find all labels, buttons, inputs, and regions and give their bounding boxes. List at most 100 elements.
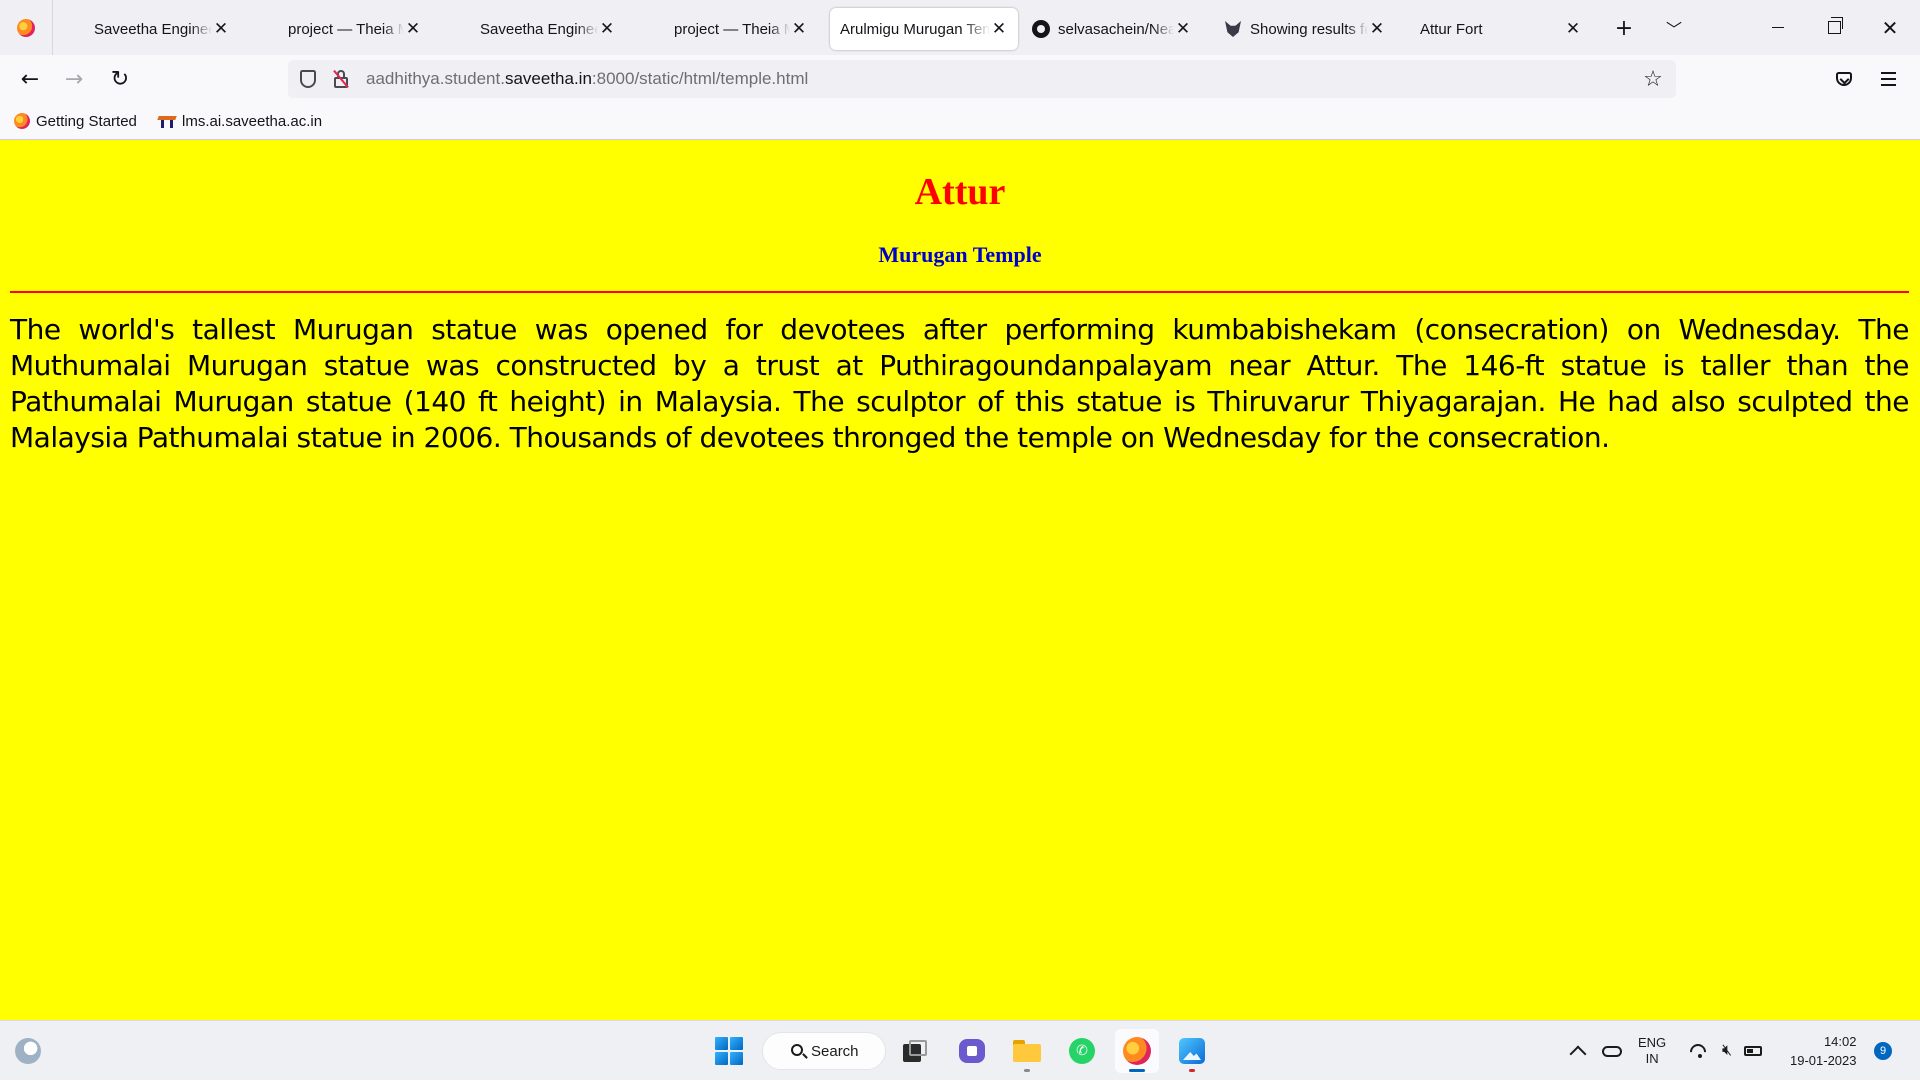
minimize-button[interactable]: [1750, 0, 1806, 55]
language-indicator[interactable]: ENG IN: [1638, 1021, 1666, 1081]
arrow-left-icon: ←: [20, 66, 40, 92]
bookmarks-bar: Getting Started lms.ai.saveetha.ac.in: [0, 103, 1920, 140]
search-label: Search: [811, 1042, 859, 1060]
url-suffix: :8000/static/html/temple.html: [591, 69, 809, 88]
navigation-bar: ← → ↻ aadhithya.student.saveetha.in:8000…: [0, 55, 1920, 103]
tab-github[interactable]: selvasachein/NearbyPlaces ✕: [1024, 8, 1202, 50]
firefox-taskbar-button[interactable]: [1115, 1029, 1159, 1073]
folder-icon: [1013, 1040, 1041, 1062]
forward-button[interactable]: →: [58, 63, 90, 95]
clock-time: 14:02: [1823, 1034, 1857, 1049]
list-all-tabs-button[interactable]: ﹀: [1658, 12, 1690, 44]
bookmark-getting-started[interactable]: Getting Started: [14, 111, 137, 131]
wolf-icon: [1224, 20, 1242, 38]
system-status[interactable]: 🔇︎: [1690, 1021, 1763, 1081]
page-subtitle: Murugan Temple: [878, 242, 1042, 267]
wifi-icon: [1690, 1044, 1710, 1058]
chevron-up-icon: [1569, 1045, 1587, 1063]
url-prefix: aadhithya.student.: [366, 69, 505, 88]
firefox-icon: [1123, 1037, 1151, 1065]
url-host: saveetha.in: [504, 69, 592, 88]
tab-favicon: [648, 20, 666, 38]
tab-strip: Saveetha Engineering College ✕ project —…: [0, 0, 1920, 55]
widgets-button[interactable]: [6, 1029, 50, 1073]
reload-button[interactable]: ↻: [104, 63, 136, 95]
close-icon[interactable]: ✕: [212, 20, 230, 38]
tab-title: project — Theia Multi-Language Workspace: [288, 20, 404, 38]
tab-title: project — Theia Multi-Language Workspace: [674, 20, 790, 38]
tab-saveetha-2[interactable]: Saveetha Engineering College ✕: [438, 8, 626, 50]
lms-icon: [158, 114, 176, 128]
tab-favicon: [68, 20, 86, 38]
chevron-down-icon: ﹀: [1665, 20, 1682, 39]
page-content: Attur Murugan Temple The world's tallest…: [0, 140, 1920, 1020]
insecure-lock-icon[interactable]: [333, 69, 349, 89]
tab-favicon: [454, 20, 472, 38]
close-icon[interactable]: ✕: [404, 20, 422, 38]
photos-icon: [1179, 1038, 1205, 1064]
app-menu-button[interactable]: [1874, 65, 1902, 93]
bookmark-label: lms.ai.saveetha.ac.in: [182, 112, 323, 130]
taskbar-search[interactable]: Search: [762, 1032, 886, 1070]
tab-title: Saveetha Engineering College: [480, 20, 598, 38]
photos-button[interactable]: [1170, 1029, 1214, 1073]
minimize-icon: [1772, 26, 1784, 29]
onedrive-tray[interactable]: [1602, 1021, 1622, 1081]
back-button[interactable]: ←: [14, 63, 46, 95]
close-icon: ✕: [1881, 15, 1899, 40]
arrow-right-icon: →: [64, 66, 84, 92]
clock-date: 19-01-2023: [1790, 1053, 1857, 1068]
whatsapp-button[interactable]: ✆: [1060, 1029, 1104, 1073]
notification-center[interactable]: 9: [1874, 1021, 1892, 1081]
firefox-view-button[interactable]: [0, 0, 53, 55]
horizontal-rule: [10, 291, 1909, 293]
restore-button[interactable]: [1806, 0, 1862, 55]
teams-icon: [959, 1039, 985, 1063]
url-bar[interactable]: aadhithya.student.saveetha.in:8000/stati…: [288, 60, 1676, 98]
tab-murugan-temple[interactable]: Arulmigu Murugan Temple ✕: [830, 8, 1018, 50]
search-icon: [791, 1044, 803, 1056]
bookmark-star-icon[interactable]: ☆: [1638, 64, 1668, 94]
task-view-icon: [903, 1040, 929, 1062]
tab-theia-2[interactable]: project — Theia Multi-Language Workspace…: [632, 8, 818, 50]
close-icon[interactable]: ✕: [990, 20, 1008, 38]
tab-search-results[interactable]: Showing results for ✕: [1214, 8, 1396, 50]
tab-attur-fort[interactable]: Attur Fort ✕: [1404, 8, 1592, 50]
show-hidden-icons[interactable]: [1569, 1021, 1587, 1081]
clock[interactable]: 14:02 19-01-2023: [1790, 1021, 1857, 1081]
firefox-icon: [17, 18, 35, 37]
url-text[interactable]: aadhithya.student.saveetha.in:8000/stati…: [366, 69, 808, 89]
shield-icon[interactable]: [300, 70, 316, 88]
bookmark-lms[interactable]: lms.ai.saveetha.ac.in: [158, 111, 322, 131]
tab-title: Attur Fort: [1420, 20, 1483, 38]
notification-badge: 9: [1874, 1042, 1892, 1060]
tab-theia-1[interactable]: project — Theia Multi-Language Workspace…: [246, 8, 432, 50]
task-view-button[interactable]: [894, 1029, 938, 1073]
weather-widget-icon: [15, 1038, 41, 1064]
tab-title: Arulmigu Murugan Temple: [840, 20, 990, 38]
whatsapp-icon: ✆: [1069, 1038, 1095, 1064]
close-icon[interactable]: ✕: [1174, 20, 1192, 38]
tab-title: Saveetha Engineering College: [94, 20, 212, 38]
language-region: IN: [1645, 1051, 1659, 1066]
close-window-button[interactable]: ✕: [1862, 0, 1918, 55]
tab-title: Showing results for: [1250, 20, 1368, 38]
bookmark-label: Getting Started: [36, 112, 137, 130]
reload-icon: ↻: [110, 66, 130, 92]
teams-chat-button[interactable]: [950, 1029, 994, 1073]
windows-icon: [715, 1037, 743, 1065]
firefox-icon: [14, 113, 30, 129]
pocket-icon: [1836, 72, 1852, 86]
cloud-icon: [1602, 1045, 1622, 1057]
close-icon[interactable]: ✕: [790, 20, 808, 38]
page-paragraph: The world's tallest Murugan statue was o…: [10, 313, 1910, 454]
battery-icon: [1744, 1046, 1763, 1056]
start-button[interactable]: [707, 1029, 751, 1073]
close-icon[interactable]: ✕: [1368, 20, 1386, 38]
pocket-button[interactable]: [1830, 65, 1858, 93]
new-tab-button[interactable]: +: [1608, 12, 1640, 44]
close-icon[interactable]: ✕: [1564, 20, 1582, 38]
close-icon[interactable]: ✕: [598, 20, 616, 38]
file-explorer-button[interactable]: [1005, 1029, 1049, 1073]
tab-saveetha-1[interactable]: Saveetha Engineering College ✕: [52, 8, 240, 50]
